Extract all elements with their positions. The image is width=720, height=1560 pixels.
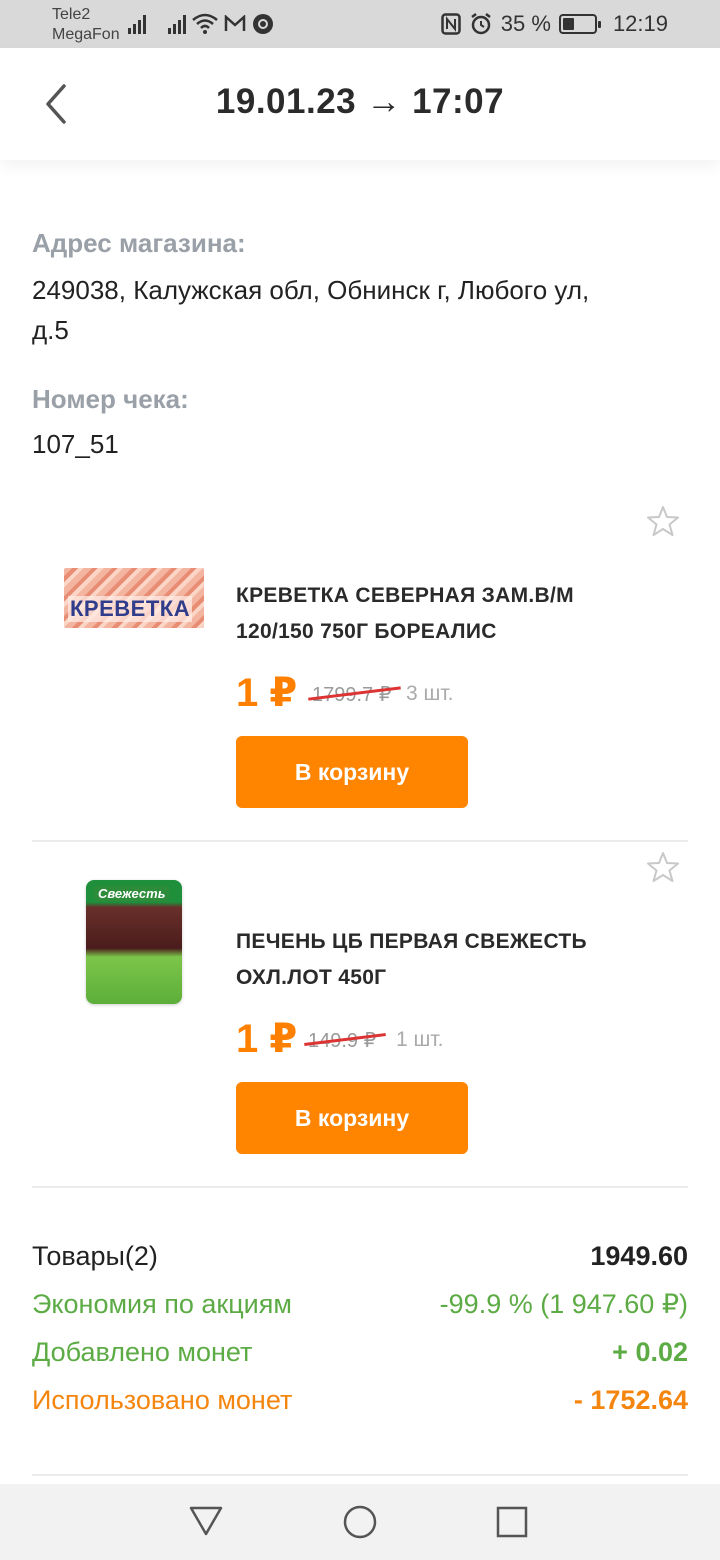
summary-coins-added-row: Добавлено монет + 0.02 xyxy=(32,1328,688,1376)
product-image: КРЕВЕТКА xyxy=(64,568,204,628)
carrier-names: Tele2 MegaFon xyxy=(52,5,120,45)
coins-added-value: + 0.02 xyxy=(612,1336,688,1367)
page-title: 19.01.23 → 17:07 xyxy=(215,82,505,121)
product-name: КРЕВЕТКА СЕВЕРНАЯ ЗАМ.В/М 120/150 750Г Б… xyxy=(236,578,666,650)
receipt-number: 107_51 xyxy=(32,429,119,459)
coins-used-label: Использовано монет xyxy=(32,1384,293,1415)
product-name: ПЕЧЕНЬ ЦБ ПЕРВАЯ СВЕЖЕСТЬ ОХЛ.ЛОТ 450Г xyxy=(236,924,666,996)
summary-items-row: Товары(2) 1949.60 xyxy=(32,1232,688,1280)
carrier-1: Tele2 xyxy=(52,6,91,23)
summary-coins-used-row: Использовано монет - 1752.64 xyxy=(32,1376,688,1424)
divider xyxy=(32,1474,688,1476)
product-name-line: 120/150 750Г БОРЕАЛИС xyxy=(236,620,497,643)
divider xyxy=(32,840,688,842)
product-old-price: 1799.7 ₽ xyxy=(308,682,402,707)
product-card: Свежесть ПЕЧЕНЬ ЦБ ПЕРВАЯ СВЕЖЕСТЬ ОХЛ.Л… xyxy=(32,846,688,1186)
status-bar: Tele2 MegaFon 35 % 12:19 xyxy=(0,0,720,48)
address-line-1: 249038, Калужская обл, Обнинск г, Любого… xyxy=(32,275,590,305)
signal-icon-2 xyxy=(168,14,186,34)
product-quantity: 3 шт. xyxy=(406,682,454,705)
clock: 12:19 xyxy=(612,11,668,36)
product-old-price: 149.9 ₽ xyxy=(304,1028,387,1053)
system-nav-bar xyxy=(0,1484,720,1560)
discount-value: -99.9 % (1 947.60 ₽) xyxy=(439,1288,688,1319)
status-icons-right: 35 % 12:19 xyxy=(441,8,668,40)
battery-level xyxy=(562,18,575,30)
app-header: 19.01.23 → 17:07 xyxy=(0,48,720,160)
product-name-line: КРЕВЕТКА СЕВЕРНАЯ ЗАМ.В/М xyxy=(236,584,574,607)
coins-added-label: Добавлено монет xyxy=(32,1336,253,1367)
home-circle-icon[interactable] xyxy=(342,1504,378,1540)
address-label: Адрес магазина: xyxy=(32,228,246,258)
wifi-icon xyxy=(192,13,218,34)
product-image-label: Свежесть xyxy=(94,886,170,901)
favorite-star-icon[interactable] xyxy=(646,504,680,538)
product-name-line: ПЕЧЕНЬ ЦБ ПЕРВАЯ СВЕЖЕСТЬ xyxy=(236,930,587,953)
summary-discount-row: Экономия по акциям -99.9 % (1 947.60 ₽) xyxy=(32,1280,688,1328)
receipt-summary: Товары(2) 1949.60 Экономия по акциям -99… xyxy=(32,1232,688,1424)
product-card: КРЕВЕТКА КРЕВЕТКА СЕВЕРНАЯ ЗАМ.В/М 120/1… xyxy=(32,500,688,840)
product-name-line: ОХЛ.ЛОТ 450Г xyxy=(236,966,387,989)
product-image-label: КРЕВЕТКА xyxy=(68,596,193,622)
discount-label: Экономия по акциям xyxy=(32,1288,292,1319)
nfc-icon xyxy=(441,13,461,35)
battery-icon xyxy=(558,14,601,34)
product-price: 1 ₽ xyxy=(236,1017,298,1061)
add-to-cart-button[interactable]: В корзину xyxy=(236,1082,468,1154)
coins-used-value: - 1752.64 xyxy=(573,1384,688,1415)
receipt-number-label: Номер чека: xyxy=(32,384,189,414)
product-price: 1 ₽ xyxy=(236,671,298,715)
recents-square-icon[interactable] xyxy=(496,1506,528,1538)
status-icons-left xyxy=(128,10,274,38)
product-image: Свежесть xyxy=(86,880,182,1004)
mail-icon xyxy=(224,15,246,31)
sync-icon xyxy=(253,14,273,34)
product-quantity: 1 шт. xyxy=(396,1028,444,1051)
carrier-2: MegaFon xyxy=(52,26,120,43)
add-to-cart-button[interactable]: В корзину xyxy=(236,736,468,808)
divider xyxy=(32,1186,688,1188)
signal-icon xyxy=(128,14,146,34)
address-line-2: д.5 xyxy=(32,315,69,345)
items-total: 1949.60 xyxy=(590,1240,688,1271)
alarm-icon xyxy=(471,13,491,35)
battery-percent: 35 % xyxy=(500,11,551,36)
back-triangle-icon[interactable] xyxy=(188,1504,224,1538)
favorite-star-icon[interactable] xyxy=(646,850,680,884)
items-label: Товары(2) xyxy=(32,1240,158,1271)
